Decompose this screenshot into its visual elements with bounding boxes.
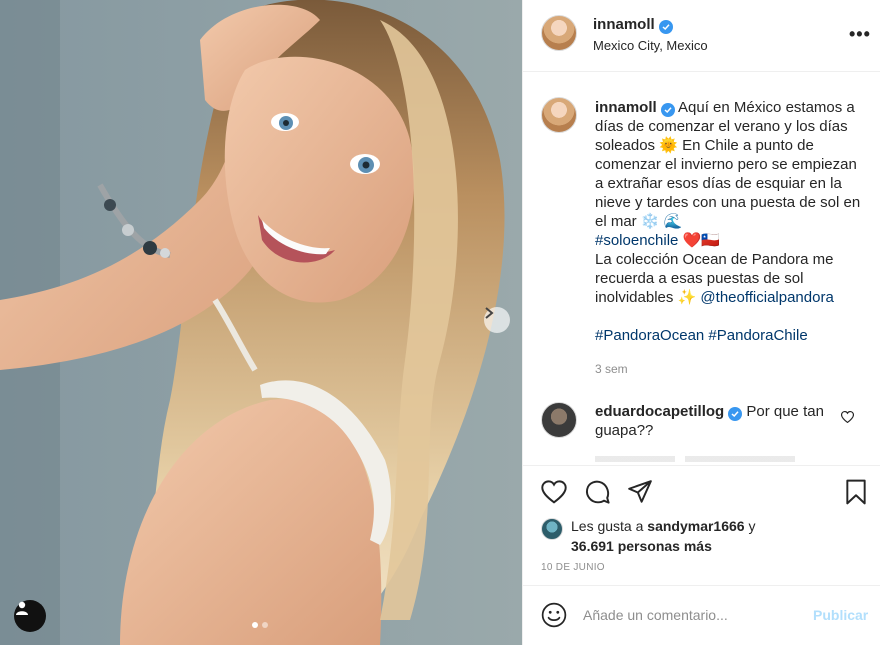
comment-item: eduardocapetillog Por que tan guapa?? bbox=[595, 402, 831, 440]
sparkle-emoji: ✨ bbox=[677, 289, 697, 306]
user-tag-icon bbox=[16, 601, 28, 615]
smiley-icon[interactable] bbox=[541, 602, 567, 628]
comment-like-heart-icon[interactable] bbox=[841, 411, 854, 423]
verified-badge-icon bbox=[658, 20, 673, 34]
author-username[interactable]: innamoll bbox=[593, 16, 655, 33]
caption-author-avatar[interactable] bbox=[541, 97, 577, 133]
carousel-dot bbox=[262, 622, 268, 628]
post-caption: innamoll Aquí en México estamos a días d… bbox=[595, 98, 861, 345]
likes-count-button[interactable]: 36.691 personas más bbox=[571, 538, 712, 554]
carousel-indicator bbox=[252, 622, 268, 628]
liker-username[interactable]: sandymar1666 bbox=[647, 518, 744, 534]
post-actions: Les gusta a sandymar1666 y 36.691 person… bbox=[523, 465, 880, 585]
author-avatar[interactable] bbox=[541, 15, 577, 51]
post-photo[interactable] bbox=[0, 0, 522, 645]
snow-wave-emoji: ❄️ 🌊 bbox=[640, 213, 683, 230]
bookmark-icon[interactable] bbox=[845, 479, 867, 505]
caption-timestamp[interactable]: 3 sem bbox=[595, 362, 628, 376]
verified-badge-icon bbox=[660, 103, 675, 117]
post-details-panel: innamoll Mexico City, Mexico ••• innamol… bbox=[522, 0, 880, 645]
add-comment-bar: Publicar bbox=[523, 585, 880, 645]
caption-username[interactable]: innamoll bbox=[595, 99, 657, 116]
more-options-button[interactable]: ••• bbox=[849, 24, 871, 45]
author-username-row: innamoll bbox=[593, 16, 673, 34]
likes-conjunction: y bbox=[744, 518, 756, 534]
comments-section: innamoll Aquí en México estamos a días d… bbox=[523, 72, 880, 465]
photo-illustration bbox=[0, 0, 522, 645]
commenter-username[interactable]: eduardocapetillog bbox=[595, 403, 724, 420]
like-heart-icon[interactable] bbox=[541, 480, 567, 504]
commenter-avatar[interactable] bbox=[541, 402, 577, 438]
user-tags-button[interactable] bbox=[14, 600, 46, 632]
post-date[interactable]: 10 DE JUNIO bbox=[541, 562, 605, 573]
mention-theofficialpandora[interactable]: @theofficialpandora bbox=[700, 289, 833, 306]
comment-icon[interactable] bbox=[585, 479, 611, 505]
liker-avatar[interactable] bbox=[541, 518, 563, 540]
likes-summary: Les gusta a sandymar1666 y 36.691 person… bbox=[571, 516, 861, 556]
comment-input[interactable] bbox=[583, 604, 793, 626]
post-location[interactable]: Mexico City, Mexico bbox=[593, 38, 708, 53]
carousel-next-button[interactable] bbox=[484, 307, 510, 333]
comment-meta-row bbox=[595, 456, 795, 462]
heart-chile-emoji: ❤️🇨🇱 bbox=[682, 232, 720, 249]
verified-badge-icon bbox=[728, 407, 743, 421]
publish-button[interactable]: Publicar bbox=[813, 607, 868, 623]
sun-emoji: 🌞 bbox=[659, 137, 678, 154]
carousel-dot-active bbox=[252, 622, 258, 628]
hashtag-pandoraocean[interactable]: #PandoraOcean bbox=[595, 327, 704, 344]
hashtag-pandorachile[interactable]: #PandoraChile bbox=[708, 327, 807, 344]
hashtag-soloenchile[interactable]: #soloenchile bbox=[595, 232, 678, 249]
likes-prefix: Les gusta a bbox=[571, 518, 648, 534]
post-header: innamoll Mexico City, Mexico ••• bbox=[523, 0, 880, 72]
paper-plane-icon[interactable] bbox=[627, 479, 653, 505]
chevron-right-icon bbox=[485, 307, 494, 319]
